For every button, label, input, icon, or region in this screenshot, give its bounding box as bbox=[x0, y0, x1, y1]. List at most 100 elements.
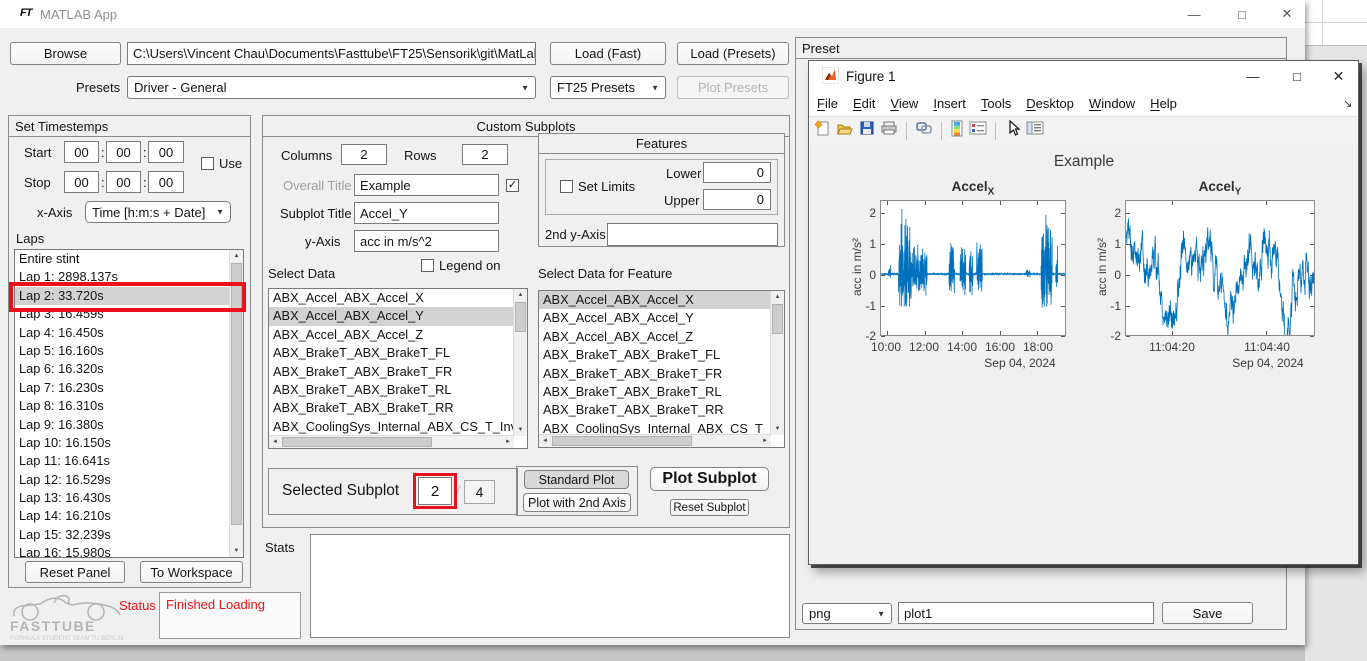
scrollbar-thumb[interactable] bbox=[515, 302, 526, 332]
select-data-vscrollbar[interactable]: ▲ ▼ bbox=[513, 289, 527, 436]
menu-window[interactable]: Window bbox=[1089, 96, 1135, 111]
channel-item[interactable]: ABX_BrakeT_ABX_BrakeT_FR bbox=[269, 363, 514, 381]
lap-item[interactable]: Lap 8: 16.310s bbox=[15, 397, 230, 415]
browse-button[interactable]: Browse bbox=[10, 42, 121, 65]
scrollbar-thumb[interactable] bbox=[552, 436, 692, 446]
scrollbar-thumb[interactable] bbox=[772, 304, 783, 334]
rows-field[interactable]: 2 bbox=[462, 144, 508, 165]
new-figure-icon[interactable] bbox=[814, 120, 831, 142]
figure-maximize-button[interactable]: □ bbox=[1277, 61, 1317, 91]
lap-item[interactable]: Lap 11: 16.641s bbox=[15, 452, 230, 470]
set-limits-checkbox[interactable] bbox=[560, 180, 573, 193]
lap-item[interactable]: Lap 10: 16.150s bbox=[15, 434, 230, 452]
plot-presets-button[interactable]: Plot Presets bbox=[677, 76, 789, 99]
colorbar-icon[interactable] bbox=[950, 120, 964, 142]
dock-arrow-icon[interactable]: ↘ bbox=[1343, 97, 1352, 110]
menu-tools[interactable]: Tools bbox=[981, 96, 1011, 111]
menu-insert[interactable]: Insert bbox=[933, 96, 966, 111]
feature-data-hscrollbar[interactable]: ◄ ► bbox=[539, 434, 771, 447]
menu-edit[interactable]: Edit bbox=[853, 96, 875, 111]
second-yaxis-field[interactable] bbox=[607, 223, 778, 246]
open-file-icon[interactable] bbox=[836, 120, 854, 142]
reset-subplot-button[interactable]: Reset Subplot bbox=[670, 499, 749, 516]
channel-item[interactable]: ABX_CoolingSys_Internal_ABX_CS_T_InvL bbox=[269, 418, 514, 436]
scroll-left-icon[interactable]: ◄ bbox=[269, 436, 281, 448]
overall-title-field[interactable]: Example bbox=[354, 174, 499, 196]
channel-item[interactable]: ABX_Accel_ABX_Accel_Z bbox=[269, 326, 514, 344]
stop-second-field[interactable]: 00 bbox=[148, 171, 184, 193]
stop-minute-field[interactable]: 00 bbox=[106, 171, 141, 193]
feature-channel-item[interactable]: ABX_Accel_ABX_Accel_Z bbox=[539, 328, 771, 346]
select-data-hscrollbar[interactable]: ◄ ► bbox=[269, 435, 514, 448]
lap-item[interactable]: Lap 15: 32.239s bbox=[15, 526, 230, 544]
scroll-up-icon[interactable]: ▲ bbox=[514, 289, 527, 301]
ft25-presets-dropdown[interactable]: FT25 Presets ▼ bbox=[550, 76, 666, 99]
cursor-arrow-icon[interactable] bbox=[1007, 120, 1021, 142]
scroll-up-icon[interactable]: ▲ bbox=[230, 250, 243, 262]
lap-item[interactable]: Entire stint bbox=[15, 250, 230, 268]
scroll-right-icon[interactable]: ► bbox=[759, 435, 771, 447]
scroll-down-icon[interactable]: ▼ bbox=[514, 424, 527, 436]
figure-close-button[interactable]: ✕ bbox=[1319, 61, 1358, 91]
to-workspace-button[interactable]: To Workspace bbox=[140, 561, 243, 583]
filename-input[interactable]: plot1 bbox=[898, 602, 1154, 624]
scroll-down-icon[interactable]: ▼ bbox=[230, 545, 243, 557]
path-input[interactable]: C:\Users\Vincent Chau\Documents\Fasttube… bbox=[127, 42, 536, 65]
use-checkbox[interactable] bbox=[201, 157, 214, 170]
lap-item[interactable]: Lap 14: 16.210s bbox=[15, 507, 230, 525]
print-icon[interactable] bbox=[880, 120, 898, 141]
lap-item[interactable]: Lap 13: 16.430s bbox=[15, 489, 230, 507]
lap-item[interactable]: Lap 7: 16.230s bbox=[15, 379, 230, 397]
feature-channel-item[interactable]: ABX_Accel_ABX_Accel_Y bbox=[539, 309, 771, 327]
figure-minimize-button[interactable]: — bbox=[1233, 61, 1273, 91]
link-plot-icon[interactable] bbox=[915, 120, 933, 141]
channel-item[interactable]: ABX_BrakeT_ABX_BrakeT_FL bbox=[269, 344, 514, 362]
subplot-title-field[interactable]: Accel_Y bbox=[354, 202, 499, 224]
channel-item[interactable]: ABX_BrakeT_ABX_BrakeT_RL bbox=[269, 381, 514, 399]
save-icon[interactable] bbox=[859, 120, 875, 141]
standard-plot-button[interactable]: Standard Plot bbox=[524, 470, 629, 489]
minimize-button[interactable]: — bbox=[1172, 0, 1216, 28]
channel-item[interactable]: ABX_Accel_ABX_Accel_X bbox=[269, 289, 514, 307]
overall-title-checkbox[interactable]: ✓ bbox=[506, 179, 519, 192]
legend-checkbox[interactable] bbox=[421, 259, 434, 272]
lower-field[interactable]: 0 bbox=[703, 162, 771, 183]
start-hour-field[interactable]: 00 bbox=[64, 141, 99, 163]
preset-dropdown[interactable]: Driver - General ▼ bbox=[127, 76, 536, 99]
close-button[interactable]: ✕ bbox=[1266, 0, 1308, 28]
start-minute-field[interactable]: 00 bbox=[106, 141, 141, 163]
load-fast-button[interactable]: Load (Fast) bbox=[550, 42, 666, 65]
feature-channel-item[interactable]: ABX_BrakeT_ABX_BrakeT_FL bbox=[539, 346, 771, 364]
lap-item[interactable]: Lap 9: 16.380s bbox=[15, 416, 230, 434]
save-button[interactable]: Save bbox=[1162, 602, 1253, 624]
feature-data-vscrollbar[interactable]: ▲ ▼ bbox=[770, 291, 784, 435]
yaxis-field[interactable]: acc in m/s^2 bbox=[354, 230, 499, 252]
stop-hour-field[interactable]: 00 bbox=[64, 171, 99, 193]
menu-desktop[interactable]: Desktop bbox=[1026, 96, 1074, 111]
lap-item[interactable]: Lap 4: 16.450s bbox=[15, 324, 230, 342]
scroll-up-icon[interactable]: ▲ bbox=[771, 291, 784, 303]
feature-channel-item[interactable]: ABX_CoolingSys_Internal_ABX_CS_T_InvL bbox=[539, 420, 771, 435]
subplot-total-field[interactable]: 4 bbox=[464, 480, 495, 504]
legend-icon[interactable] bbox=[969, 120, 987, 141]
property-inspector-icon[interactable] bbox=[1026, 120, 1045, 141]
plot-subplot-button[interactable]: Plot Subplot bbox=[650, 467, 769, 491]
upper-field[interactable]: 0 bbox=[703, 189, 771, 210]
feature-channel-item[interactable]: ABX_BrakeT_ABX_BrakeT_RR bbox=[539, 401, 771, 419]
columns-field[interactable]: 2 bbox=[341, 144, 387, 165]
lap-item[interactable]: Lap 12: 16.529s bbox=[15, 471, 230, 489]
feature-channel-item[interactable]: ABX_BrakeT_ABX_BrakeT_RL bbox=[539, 383, 771, 401]
lap-item[interactable]: Lap 5: 16.160s bbox=[15, 342, 230, 360]
maximize-button[interactable]: □ bbox=[1220, 0, 1264, 28]
plot-with-2nd-axis-button[interactable]: Plot with 2nd Axis bbox=[523, 493, 631, 512]
menu-view[interactable]: View bbox=[890, 96, 918, 111]
load-presets-button[interactable]: Load (Presets) bbox=[677, 42, 789, 65]
start-second-field[interactable]: 00 bbox=[148, 141, 184, 163]
lap-item[interactable]: Lap 16: 15.980s bbox=[15, 544, 230, 558]
scroll-right-icon[interactable]: ► bbox=[502, 436, 514, 448]
scrollbar-thumb[interactable] bbox=[282, 437, 432, 447]
feature-channel-item[interactable]: ABX_BrakeT_ABX_BrakeT_FR bbox=[539, 365, 771, 383]
format-dropdown[interactable]: png ▼ bbox=[802, 603, 892, 624]
xaxis-dropdown[interactable]: Time [h:m:s + Date] ▼ bbox=[85, 201, 231, 223]
feature-channel-item[interactable]: ABX_Accel_ABX_Accel_X bbox=[539, 291, 771, 309]
